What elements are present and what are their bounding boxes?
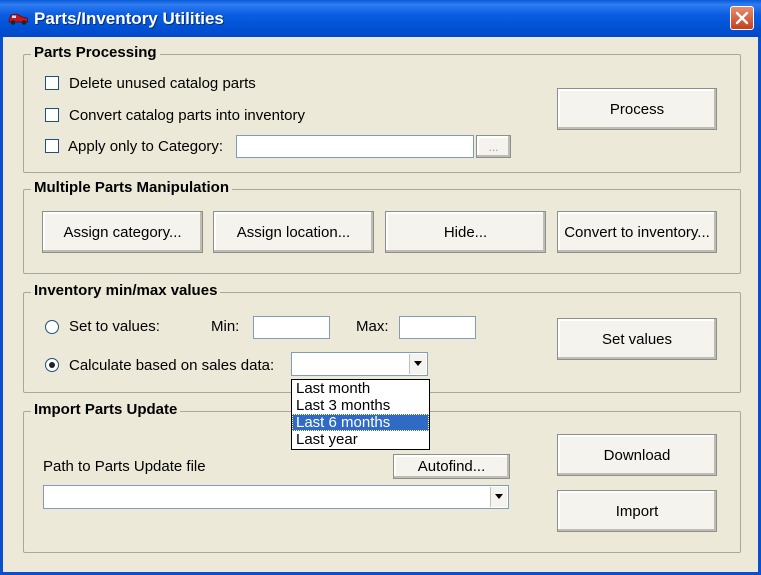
window-title: Parts/Inventory Utilities bbox=[34, 9, 224, 28]
close-icon bbox=[735, 11, 749, 25]
category-field[interactable] bbox=[236, 135, 474, 158]
calculate-sales-label: Calculate based on sales data: bbox=[69, 357, 275, 374]
category-browse-button[interactable]: ... bbox=[476, 135, 511, 158]
option-last-year[interactable]: Last year bbox=[292, 431, 429, 448]
apply-category-checkbox[interactable] bbox=[45, 139, 59, 153]
calculate-sales-radio[interactable] bbox=[45, 358, 59, 372]
car-icon bbox=[8, 13, 29, 25]
delete-unused-label: Delete unused catalog parts bbox=[69, 75, 256, 92]
convert-catalog-label: Convert catalog parts into inventory bbox=[69, 107, 305, 124]
option-last-month[interactable]: Last month bbox=[292, 380, 429, 397]
max-field[interactable] bbox=[399, 316, 476, 339]
inventory-minmax-title: Inventory min/max values bbox=[31, 282, 221, 299]
apply-category-label: Apply only to Category: bbox=[68, 138, 224, 155]
delete-unused-checkbox[interactable] bbox=[45, 76, 59, 90]
multiple-parts-title: Multiple Parts Manipulation bbox=[31, 179, 233, 196]
set-to-values-label: Set to values: bbox=[69, 318, 160, 335]
autofind-button[interactable]: Autofind... bbox=[393, 454, 510, 479]
set-to-values-radio[interactable] bbox=[45, 320, 59, 334]
min-field[interactable] bbox=[253, 316, 330, 339]
close-button[interactable] bbox=[730, 6, 754, 30]
set-values-button[interactable]: Set values bbox=[557, 318, 717, 360]
min-label: Min: bbox=[211, 318, 240, 335]
option-last-3-months[interactable]: Last 3 months bbox=[292, 397, 429, 414]
process-button[interactable]: Process bbox=[557, 88, 717, 130]
title-bar[interactable]: Parts/Inventory Utilities bbox=[0, 0, 761, 37]
parts-processing-title: Parts Processing bbox=[31, 44, 160, 61]
assign-location-button[interactable]: Assign location... bbox=[213, 211, 374, 253]
chevron-down-icon[interactable] bbox=[490, 487, 507, 507]
chevron-down-icon[interactable] bbox=[409, 354, 426, 374]
path-select[interactable] bbox=[43, 485, 509, 509]
assign-category-button[interactable]: Assign category... bbox=[42, 211, 203, 253]
convert-catalog-checkbox[interactable] bbox=[45, 108, 59, 122]
hide-button[interactable]: Hide... bbox=[385, 211, 546, 253]
download-button[interactable]: Download bbox=[557, 434, 717, 476]
import-update-title: Import Parts Update bbox=[31, 401, 181, 418]
option-last-6-months[interactable]: Last 6 months bbox=[292, 414, 429, 431]
sales-period-select[interactable] bbox=[291, 352, 428, 376]
path-label: Path to Parts Update file bbox=[43, 458, 206, 475]
convert-inventory-button[interactable]: Convert to inventory... bbox=[557, 211, 717, 253]
sales-period-dropdown: Last month Last 3 months Last 6 months L… bbox=[291, 379, 430, 450]
max-label: Max: bbox=[356, 318, 389, 335]
import-button[interactable]: Import bbox=[557, 490, 717, 532]
